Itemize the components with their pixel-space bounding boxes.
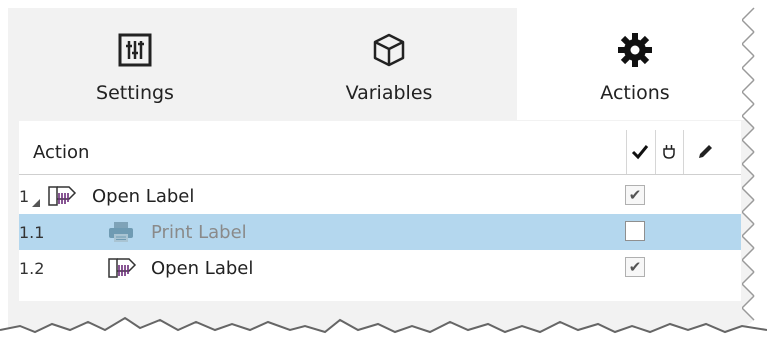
tab-actions[interactable]: Actions — [517, 8, 753, 120]
action-label: Open Label — [92, 185, 195, 207]
table-row[interactable]: 1.1 Print Label — [19, 214, 741, 250]
gear-icon — [617, 32, 653, 68]
pencil-icon[interactable] — [696, 130, 714, 174]
label-icon — [47, 184, 77, 212]
settings-sliders-icon — [118, 32, 152, 68]
tab-settings[interactable]: Settings — [8, 8, 262, 120]
table-row[interactable]: 1.2 Open Label ✔ — [19, 250, 741, 286]
checkmark-icon[interactable] — [631, 130, 649, 174]
enabled-checkbox[interactable]: ✔ — [625, 185, 645, 205]
tab-actions-label: Actions — [600, 82, 670, 104]
column-divider — [626, 130, 627, 174]
tab-variables[interactable]: Variables — [262, 8, 516, 120]
action-column-header[interactable]: Action — [33, 130, 89, 174]
label-icon — [107, 256, 137, 284]
printer-icon — [107, 220, 135, 248]
enabled-checkbox[interactable]: ✔ — [625, 257, 645, 277]
tab-settings-label: Settings — [96, 82, 174, 104]
action-label: Print Label — [151, 221, 247, 243]
row-number: 1 — [19, 186, 30, 206]
row-number: 1.1 — [19, 222, 45, 242]
action-label: Open Label — [151, 257, 254, 279]
collapse-triangle-icon[interactable] — [31, 193, 41, 212]
torn-right-edge — [742, 0, 767, 340]
column-divider — [683, 130, 684, 174]
actions-grid: Action 1 Open Label ✔ 1.1 Print Label 1.… — [19, 121, 741, 301]
table-row[interactable]: 1 Open Label ✔ — [19, 178, 741, 214]
tab-variables-label: Variables — [345, 82, 433, 104]
cube-icon — [371, 32, 407, 68]
column-divider — [655, 130, 656, 174]
plug-icon[interactable] — [660, 130, 678, 174]
tab-bar: Settings Variables Actions — [8, 8, 753, 120]
enabled-checkbox[interactable] — [625, 221, 645, 241]
torn-bottom-edge — [0, 316, 767, 340]
grid-header: Action — [19, 130, 741, 175]
row-number: 1.2 — [19, 258, 45, 278]
